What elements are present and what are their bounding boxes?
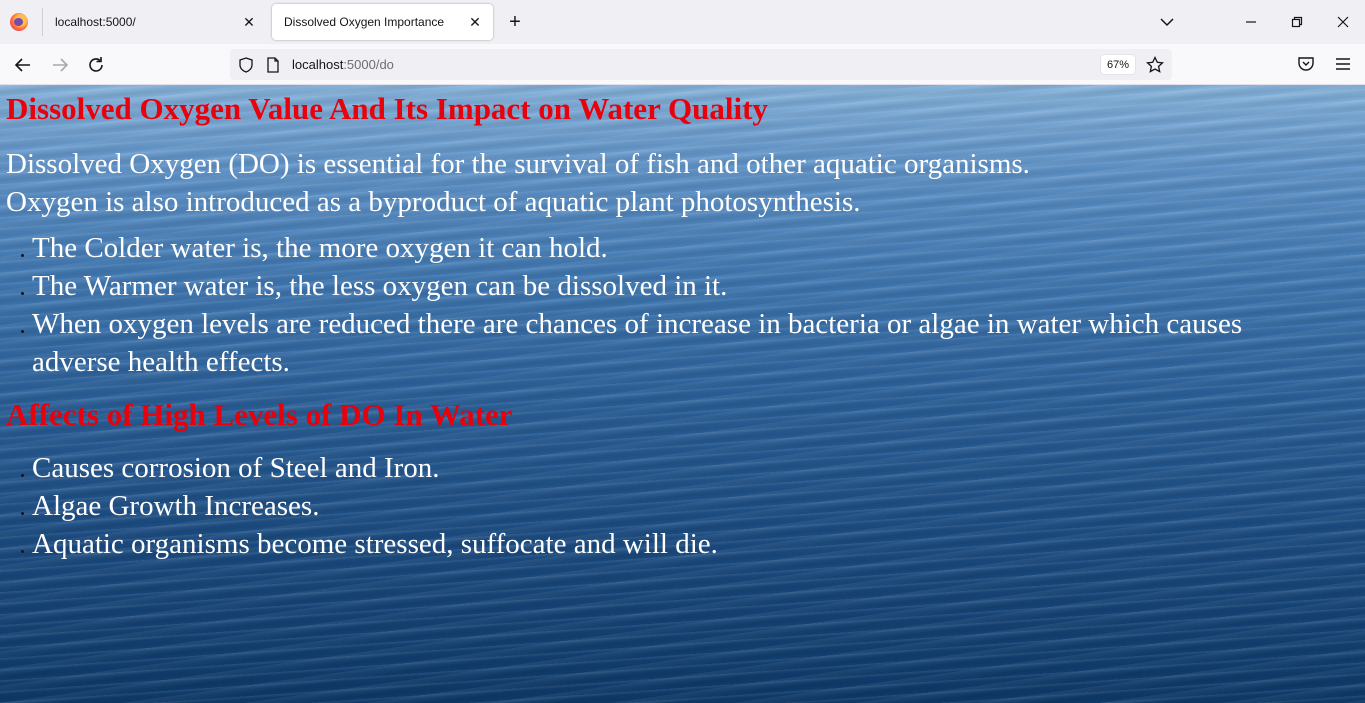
hamburger-menu-icon[interactable]: [1332, 53, 1354, 75]
tab-title: localhost:5000/: [55, 15, 136, 29]
intro-paragraph: Dissolved Oxygen (DO) is essential for t…: [6, 145, 1030, 221]
firefox-logo-icon[interactable]: [10, 13, 28, 31]
star-icon[interactable]: [1145, 55, 1165, 75]
list-item: When oxygen levels are reduced there are…: [6, 305, 1296, 381]
tab-localhost[interactable]: localhost:5000/ ✕: [43, 4, 267, 40]
plus-icon[interactable]: +: [503, 10, 527, 34]
page-viewport: Dissolved Oxygen Value And Its Impact on…: [0, 85, 1365, 703]
list-item: Aquatic organisms become stressed, suffo…: [6, 525, 1296, 563]
list-item: Algae Growth Increases.: [6, 487, 1296, 525]
list-item: Causes corrosion of Steel and Iron.: [6, 449, 1296, 487]
tab-strip: localhost:5000/ ✕ Dissolved Oxygen Impor…: [0, 0, 1365, 44]
url-path: :5000/do: [343, 57, 394, 72]
close-icon[interactable]: ✕: [465, 12, 485, 32]
intro-line-1: Dissolved Oxygen (DO) is essential for t…: [6, 148, 1030, 180]
url-text[interactable]: localhost:5000/do: [292, 57, 394, 72]
page-icon[interactable]: [265, 56, 281, 74]
url-host: localhost: [292, 57, 344, 72]
oxygen-facts-list: The Colder water is, the more oxygen it …: [6, 229, 1296, 381]
close-icon[interactable]: [1331, 10, 1355, 34]
chevron-down-icon[interactable]: [1157, 12, 1177, 32]
tab-title: Dissolved Oxygen Importance: [284, 15, 445, 29]
restore-icon[interactable]: [1285, 10, 1309, 34]
back-arrow-icon[interactable]: [11, 53, 35, 77]
close-icon[interactable]: ✕: [239, 12, 259, 32]
list-item: The Warmer water is, the less oxygen can…: [6, 267, 1296, 305]
high-do-effects-list: Causes corrosion of Steel and Iron. Alga…: [6, 449, 1296, 563]
section-heading-high-do: Affects of High Levels of DO In Water: [6, 397, 513, 432]
minimize-icon[interactable]: [1239, 10, 1263, 34]
page-title: Dissolved Oxygen Value And Its Impact on…: [6, 91, 768, 126]
address-bar[interactable]: localhost:5000/do 67%: [230, 49, 1172, 80]
pocket-icon[interactable]: [1295, 53, 1317, 75]
forward-arrow-icon[interactable]: [48, 53, 72, 77]
zoom-level-badge[interactable]: 67%: [1101, 55, 1136, 74]
reload-icon[interactable]: [84, 53, 108, 77]
navigation-toolbar: localhost:5000/do 67%: [0, 44, 1365, 85]
intro-line-2: Oxygen is also introduced as a byproduct…: [6, 186, 861, 218]
shield-icon[interactable]: [237, 56, 255, 74]
list-item: The Colder water is, the more oxygen it …: [6, 229, 1296, 267]
tab-dissolved-oxygen[interactable]: Dissolved Oxygen Importance ✕: [272, 4, 493, 40]
